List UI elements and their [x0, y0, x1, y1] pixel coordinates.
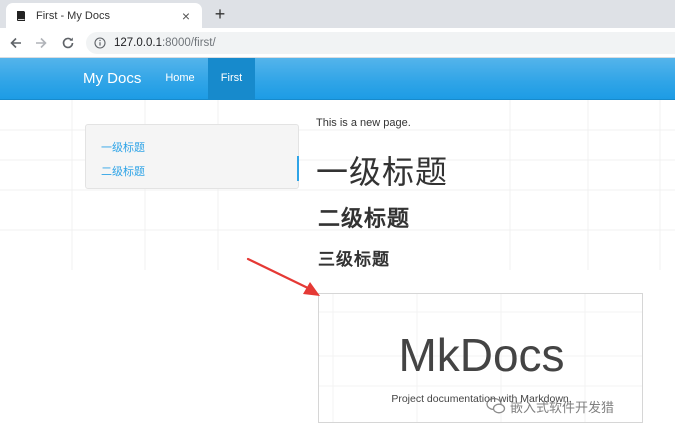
- watermark-text: 嵌入式软件开发猎: [510, 400, 615, 416]
- address-bar[interactable]: 127.0.0.1 :8000/first/: [86, 32, 675, 54]
- toc-item[interactable]: 二级标题: [101, 163, 145, 179]
- forward-button[interactable]: [31, 33, 51, 53]
- table-of-contents: 一级标题 二级标题: [85, 124, 299, 189]
- close-icon[interactable]: ×: [178, 8, 194, 24]
- book-icon: [14, 9, 28, 23]
- reload-icon: [62, 37, 74, 49]
- site-brand[interactable]: My Docs: [83, 70, 141, 87]
- annotation-arrow-icon: [246, 257, 320, 296]
- tab-title: First - My Docs: [36, 9, 110, 22]
- info-circle-icon[interactable]: [94, 37, 106, 49]
- nav-home[interactable]: Home: [158, 58, 202, 99]
- heading-level-1: 一级标题: [316, 153, 449, 191]
- reload-button[interactable]: [58, 33, 78, 53]
- watermark: 嵌入式软件开发猎: [486, 394, 666, 418]
- page-intro: This is a new page.: [316, 117, 411, 129]
- wechat-icon: [486, 397, 506, 414]
- new-tab-button[interactable]: +: [209, 4, 231, 24]
- browser-tab-strip: First - My Docs × +: [0, 0, 675, 28]
- screenshot-title: MkDocs: [398, 329, 565, 381]
- toc-item[interactable]: 一级标题: [101, 139, 145, 155]
- url-path: :8000/first/: [161, 37, 216, 49]
- back-button[interactable]: [6, 33, 26, 53]
- browser-toolbar: 127.0.0.1 :8000/first/: [0, 28, 675, 58]
- site-navbar: My Docs Home First: [0, 58, 675, 100]
- toc-active-indicator: [297, 156, 299, 181]
- arrow-right-icon: [36, 37, 47, 49]
- heading-level-2: 二级标题: [318, 207, 411, 232]
- browser-tab[interactable]: First - My Docs ×: [6, 3, 202, 28]
- arrow-left-icon: [10, 37, 21, 49]
- nav-first[interactable]: First: [208, 58, 255, 99]
- url-host: 127.0.0.1: [114, 37, 162, 49]
